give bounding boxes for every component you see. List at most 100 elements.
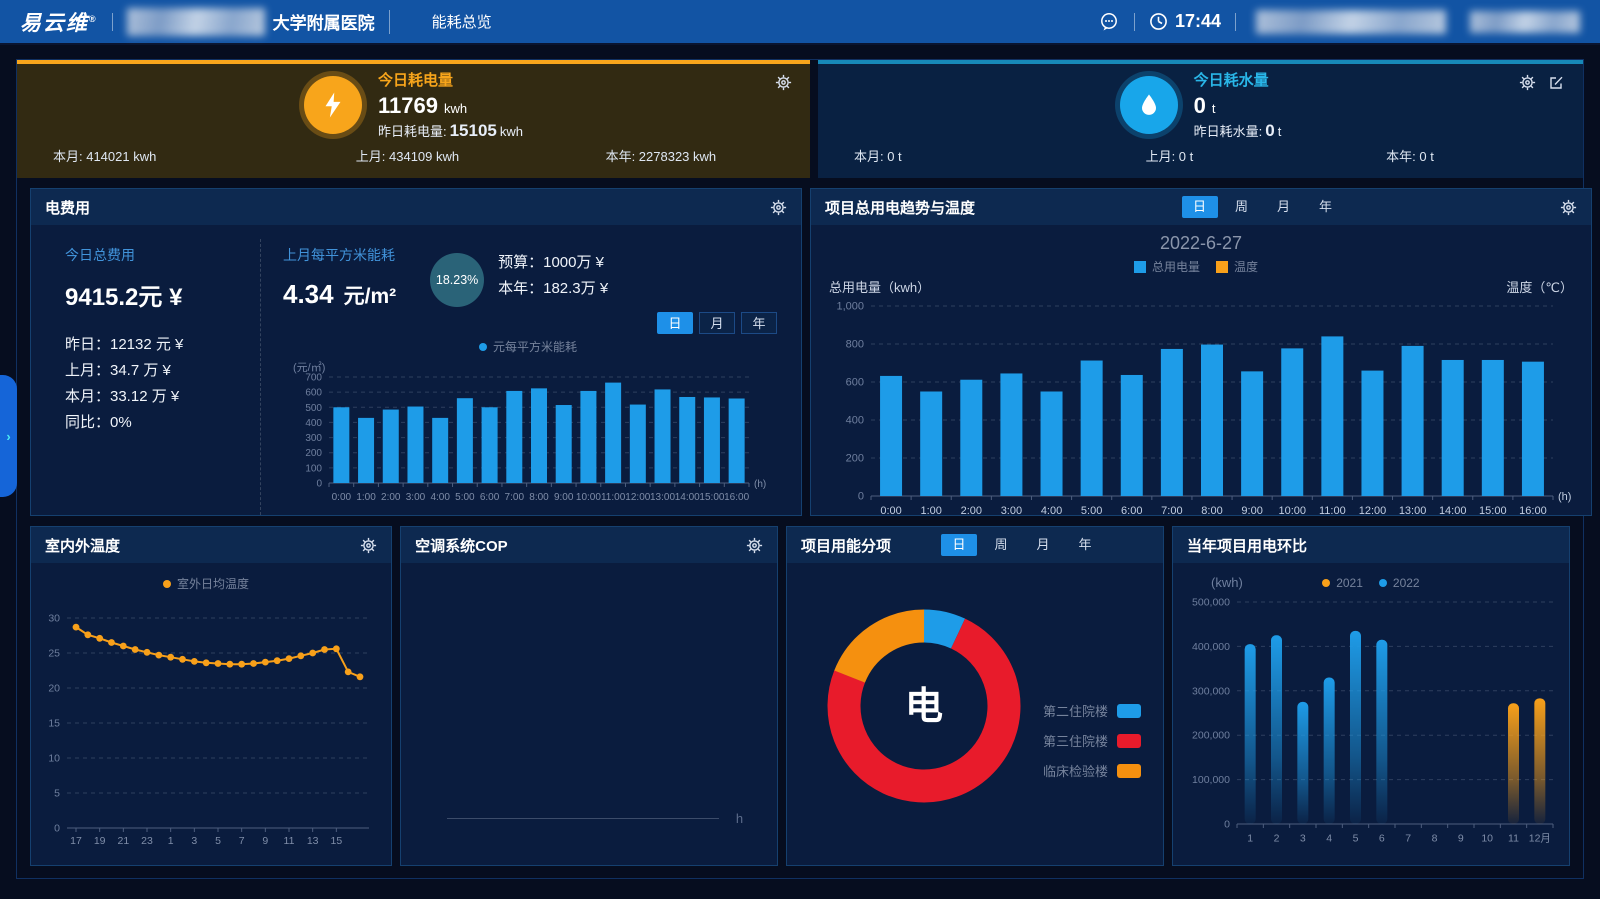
svg-text:800: 800 [846,339,864,351]
edit-icon[interactable] [1548,74,1565,91]
svg-text:11: 11 [1508,833,1519,845]
app-logo: 易云维® [20,7,98,37]
svg-text:12:00: 12:00 [625,492,650,503]
svg-text:6:00: 6:00 [480,492,500,503]
svg-text:19: 19 [94,835,106,847]
svg-text:8:00: 8:00 [529,492,549,503]
message-icon[interactable] [1098,11,1120,33]
tab-日[interactable]: 日 [941,534,977,556]
trend-bar-chart[interactable]: 02004006008001,0000:001:002:003:004:005:… [811,296,1591,524]
svg-text:10:00: 10:00 [1278,505,1306,517]
cop-panel: 空调系统COP h [400,526,778,866]
nav-item-energy-overview[interactable]: 能耗总览 [432,11,492,32]
trend-legend: 总用电量温度 [811,258,1591,275]
svg-text:200: 200 [846,453,864,465]
gear-icon[interactable] [775,74,792,91]
cop-chart-area[interactable]: h [401,563,777,865]
svg-text:500: 500 [305,403,322,414]
svg-text:5:00: 5:00 [1081,505,1102,517]
gear-icon[interactable] [1560,199,1577,216]
legend-label: 室外日均温度 [177,575,249,592]
redacted-user-name[interactable] [1470,11,1580,33]
today-cost-label: 今日总费用 [65,245,260,265]
tab-月[interactable]: 月 [1266,196,1302,218]
svg-text:0:00: 0:00 [332,492,352,503]
gear-icon[interactable] [360,537,377,554]
budget-percent-badge: 18.23% [430,253,484,307]
svg-text:6:00: 6:00 [1121,505,1142,517]
card-title: 今日耗电量 [378,69,523,90]
sqm-bar-chart[interactable]: (元/㎡)01002003004005006007000:001:002:003… [283,355,783,503]
svg-text:1:00: 1:00 [920,505,941,517]
svg-text:21: 21 [117,835,129,847]
legend-item[interactable]: 第二住院楼 [1043,701,1141,720]
stat-month: 本月: 0 t [854,146,1146,165]
card-stats-row: 本月: 0 t 上月: 0 t 本年: 0 t [818,146,1583,165]
budget-label: 预算：1000万 ¥ [498,250,608,276]
svg-text:10: 10 [1481,833,1493,845]
left-axis-label: 总用电量（kwh） [829,277,930,296]
tab-周[interactable]: 周 [983,534,1019,556]
svg-text:13:00: 13:00 [650,492,675,503]
gear-icon[interactable] [770,199,787,216]
svg-text:12月: 12月 [1529,833,1551,845]
svg-text:3: 3 [1300,833,1306,845]
tab-年[interactable]: 年 [1067,534,1103,556]
panel-title: 当年项目用电环比 [1187,535,1307,556]
svg-text:400,000: 400,000 [1192,641,1230,653]
svg-text:12:00: 12:00 [1359,505,1387,517]
temperature-line-chart[interactable]: 0510152025301719212313579111315 [31,592,383,858]
energy-split-panel: 项目用能分项 日周月年 电 第二住院楼第三住院楼临床检验楼 [786,526,1164,866]
lightning-icon [304,76,362,134]
tab-年[interactable]: 年 [741,312,777,334]
year-spent-label: 本年：182.3万 ¥ [498,276,608,302]
legend-item[interactable]: 临床检验楼 [1043,761,1141,780]
cost-stat-yoy: 同比：0% [65,410,260,436]
tab-年[interactable]: 年 [1308,196,1344,218]
svg-text:15:00: 15:00 [699,492,724,503]
tab-周[interactable]: 周 [1224,196,1260,218]
svg-text:1:00: 1:00 [356,492,376,503]
divider [389,10,390,34]
temperature-legend: 室外日均温度 [31,575,391,592]
legend-swatch [1216,261,1228,273]
tab-日[interactable]: 日 [657,312,693,334]
legend-swatch [1379,579,1387,587]
svg-text:200: 200 [305,448,322,459]
svg-text:600: 600 [846,377,864,389]
legend-swatch [479,343,487,351]
panel-title: 项目用能分项 [801,535,891,556]
tab-日[interactable]: 日 [1182,196,1218,218]
svg-text:1: 1 [1247,833,1253,845]
svg-text:300: 300 [305,433,322,444]
svg-text:3: 3 [191,835,197,847]
gear-icon[interactable] [746,537,763,554]
legend-label: 温度 [1234,258,1258,275]
tab-月[interactable]: 月 [699,312,735,334]
gear-icon[interactable] [1519,74,1536,91]
card-value: 0t [1194,93,1282,119]
main-content: 今日耗电量 11769kwh 昨日耗电量:15105kwh 本月: 414021… [16,59,1584,879]
svg-text:300,000: 300,000 [1192,685,1230,697]
stat-last-month: 上月: 0 t [1146,146,1387,165]
svg-text:15: 15 [330,835,342,847]
trend-axis-labels: 总用电量（kwh） 温度（℃） [811,275,1591,296]
svg-text:7:00: 7:00 [1161,505,1182,517]
electricity-cost-panel: 电费用 今日总费用 9415.2元 ¥ 昨日：12132 元 ¥ 上月：34.7… [30,188,802,516]
sidebar-expand-handle[interactable]: › [0,375,17,497]
divider [1134,13,1135,31]
energy-split-donut[interactable]: 电 [805,587,1043,825]
cost-period-tabs: 日月年 [657,312,777,334]
yoy-bar-chart[interactable]: 0100,000200,000300,000400,000500,0001234… [1173,590,1569,852]
legend-item[interactable]: 第三住院楼 [1043,731,1141,750]
sqm-block: 上月每平方米能耗 4.34元/m² [283,245,396,310]
tab-月[interactable]: 月 [1025,534,1061,556]
clock-icon [1149,12,1168,31]
svg-text:0: 0 [54,823,60,835]
svg-text:25: 25 [48,648,60,660]
svg-text:9:00: 9:00 [1241,505,1262,517]
svg-text:5: 5 [215,835,221,847]
svg-text:4: 4 [1326,833,1332,845]
svg-text:0:00: 0:00 [880,505,901,517]
clock: 17:44 [1149,11,1221,32]
